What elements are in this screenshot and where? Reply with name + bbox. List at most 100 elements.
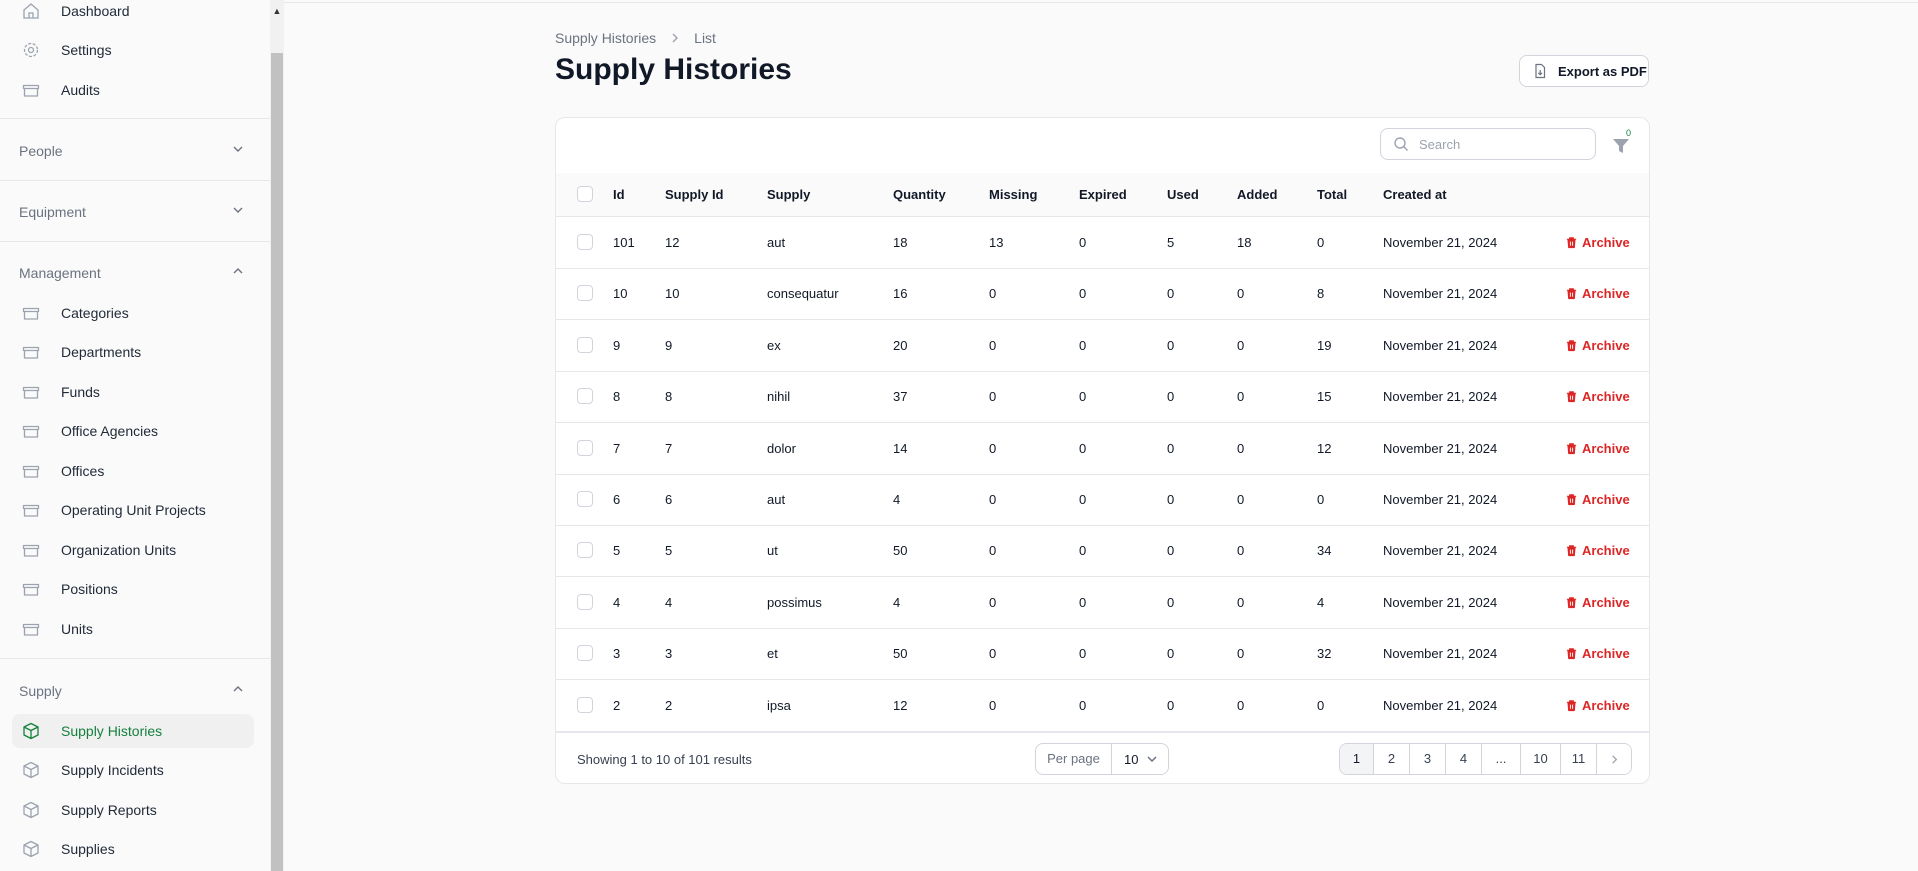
sidebar-item-positions[interactable]: Positions bbox=[12, 572, 254, 606]
archive-button[interactable]: Archive bbox=[1565, 577, 1630, 628]
sidebar-item-supply-histories[interactable]: Supply Histories bbox=[12, 714, 254, 748]
row-checkbox[interactable] bbox=[577, 285, 593, 302]
page-button-11[interactable]: 11 bbox=[1561, 744, 1597, 774]
page-button-10[interactable]: 10 bbox=[1521, 744, 1561, 774]
filter-button[interactable]: 0 bbox=[1610, 128, 1636, 158]
sidebar-item-departments[interactable]: Departments bbox=[12, 335, 254, 369]
next-page-button[interactable] bbox=[1597, 744, 1631, 774]
archive-button[interactable]: Archive bbox=[1565, 628, 1630, 679]
sidebar-item-label: Office Agencies bbox=[61, 423, 159, 439]
cell-total: 0 bbox=[1317, 697, 1325, 713]
cell-supply: ipsa bbox=[767, 697, 791, 713]
column-header-supply[interactable]: Supply bbox=[767, 173, 810, 216]
sidebar-item-supplies[interactable]: Supplies bbox=[12, 832, 254, 866]
table-row[interactable]: 9 9 ex 20 0 0 0 0 19 November 21, 2024 Archive bbox=[556, 320, 1649, 372]
per-page-value: 10 bbox=[1124, 751, 1139, 767]
table-row[interactable]: 2 2 ipsa 12 0 0 0 0 0 November 21, 2024 Archive bbox=[556, 680, 1649, 732]
cell-id: 9 bbox=[613, 337, 621, 353]
sidebar-item-categories[interactable]: Categories bbox=[12, 296, 254, 330]
trash-icon bbox=[1566, 391, 1577, 403]
sidebar-item-dashboard[interactable]: Dashboard bbox=[12, 0, 254, 28]
cell-id: 7 bbox=[613, 440, 621, 456]
select-all-checkbox[interactable] bbox=[577, 186, 593, 202]
cell-total: 15 bbox=[1317, 389, 1332, 405]
column-header-created-at[interactable]: Created at bbox=[1383, 173, 1447, 216]
archive-button[interactable]: Archive bbox=[1565, 423, 1630, 474]
cell-used: 0 bbox=[1167, 697, 1175, 713]
sidebar-group-equipment[interactable]: Equipment bbox=[19, 200, 244, 224]
column-header-supply-id[interactable]: Supply Id bbox=[665, 173, 724, 216]
sidebar-group-supply[interactable]: Supply bbox=[19, 679, 244, 703]
column-header-missing[interactable]: Missing bbox=[989, 173, 1037, 216]
table-row[interactable]: 3 3 et 50 0 0 0 0 32 November 21, 2024 Archive bbox=[556, 628, 1649, 681]
sidebar-group-management[interactable]: Management bbox=[19, 261, 244, 285]
page-button-2[interactable]: 2 bbox=[1374, 744, 1410, 774]
cell-missing: 0 bbox=[989, 594, 997, 610]
archive-label: Archive bbox=[1582, 646, 1630, 662]
column-header-added[interactable]: Added bbox=[1237, 173, 1277, 216]
breadcrumb-parent-link[interactable]: Supply Histories bbox=[555, 30, 656, 46]
sidebar-item-units[interactable]: Units bbox=[12, 612, 254, 646]
sidebar-item-offices[interactable]: Offices bbox=[12, 454, 254, 488]
search-input[interactable] bbox=[1417, 135, 1591, 153]
table-row[interactable]: 6 6 aut 4 0 0 0 0 0 November 21, 2024 Archive bbox=[556, 474, 1649, 526]
sidebar-item-organization-units[interactable]: Organization Units bbox=[12, 533, 254, 567]
row-checkbox[interactable] bbox=[577, 388, 593, 405]
page-button-4[interactable]: 4 bbox=[1446, 744, 1482, 774]
archive-button[interactable]: Archive bbox=[1565, 320, 1630, 371]
table-row[interactable]: 5 5 ut 50 0 0 0 0 34 November 21, 2024 Archive bbox=[556, 525, 1649, 578]
table-row[interactable]: 4 4 possimus 4 0 0 0 0 4 November 21, 2024 Archive bbox=[556, 577, 1649, 629]
cell-added: 0 bbox=[1237, 492, 1245, 507]
column-header-quantity[interactable]: Quantity bbox=[893, 173, 946, 216]
table-row[interactable]: 7 7 dolor 14 0 0 0 0 12 November 21, 2024 Archive bbox=[556, 423, 1649, 475]
archive-button[interactable]: Archive bbox=[1565, 268, 1630, 319]
cell-expired: 0 bbox=[1079, 286, 1087, 302]
archive-button[interactable]: Archive bbox=[1565, 371, 1630, 422]
scroll-up-arrow-icon[interactable]: ▲ bbox=[272, 2, 282, 20]
archive-button[interactable]: Archive bbox=[1565, 217, 1630, 268]
row-checkbox[interactable] bbox=[577, 234, 593, 250]
row-checkbox[interactable] bbox=[577, 491, 593, 507]
sidebar-scrollbar[interactable]: ▲ bbox=[270, 0, 284, 871]
breadcrumb-current: List bbox=[694, 30, 716, 46]
sidebar-item-funds[interactable]: Funds bbox=[12, 375, 254, 409]
sidebar-item-label: Operating Unit Projects bbox=[61, 502, 206, 518]
column-header-expired[interactable]: Expired bbox=[1079, 173, 1127, 216]
sidebar-item-office-agencies[interactable]: Office Agencies bbox=[12, 414, 254, 448]
table-row[interactable]: 101 12 aut 18 13 0 5 18 0 November 21, 2024 Archiv… bbox=[556, 217, 1649, 269]
table-row[interactable]: 10 10 consequatur 16 0 0 0 0 8 November 21, 2024 A… bbox=[556, 268, 1649, 321]
cell-total: 8 bbox=[1317, 286, 1325, 302]
column-header-id[interactable]: Id bbox=[613, 173, 625, 216]
table-row[interactable]: 8 8 nihil 37 0 0 0 0 15 November 21, 2024 Archive bbox=[556, 371, 1649, 424]
archive-button[interactable]: Archive bbox=[1565, 474, 1630, 525]
sidebar-item-supply-incidents[interactable]: Supply Incidents bbox=[12, 753, 254, 787]
archive-button[interactable]: Archive bbox=[1565, 525, 1630, 576]
sidebar-item-audits[interactable]: Audits bbox=[12, 73, 254, 107]
search-box[interactable] bbox=[1380, 128, 1596, 160]
trash-icon bbox=[1566, 288, 1577, 300]
row-checkbox[interactable] bbox=[577, 696, 593, 713]
archive-button[interactable]: Archive bbox=[1565, 680, 1630, 731]
page-button-3[interactable]: 3 bbox=[1410, 744, 1446, 774]
trash-icon bbox=[1566, 494, 1577, 506]
cell-expired: 0 bbox=[1079, 235, 1087, 250]
export-pdf-button[interactable]: Export as PDF bbox=[1519, 55, 1649, 87]
sidebar-group-people[interactable]: People bbox=[19, 139, 244, 163]
row-checkbox[interactable] bbox=[577, 439, 593, 456]
page-button-1[interactable]: 1 bbox=[1340, 744, 1374, 774]
per-page-label: Per page bbox=[1036, 744, 1112, 774]
sidebar-item-operating-unit-projects[interactable]: Operating Unit Projects bbox=[12, 493, 254, 527]
row-checkbox[interactable] bbox=[577, 645, 593, 662]
scrollbar-thumb[interactable] bbox=[271, 53, 283, 871]
row-checkbox[interactable] bbox=[577, 336, 593, 353]
cell-supply-id: 4 bbox=[665, 594, 673, 610]
column-header-used[interactable]: Used bbox=[1167, 173, 1199, 216]
row-checkbox[interactable] bbox=[577, 593, 593, 610]
sidebar-item-settings[interactable]: Settings bbox=[12, 33, 254, 67]
sidebar-item-supply-reports[interactable]: Supply Reports bbox=[12, 793, 254, 827]
per-page-select[interactable]: Per page 10 bbox=[1035, 743, 1169, 775]
per-page-dropdown[interactable]: 10 bbox=[1112, 744, 1168, 774]
column-header-total[interactable]: Total bbox=[1317, 173, 1347, 216]
cell-created-at: November 21, 2024 bbox=[1383, 697, 1498, 713]
row-checkbox[interactable] bbox=[577, 542, 593, 559]
